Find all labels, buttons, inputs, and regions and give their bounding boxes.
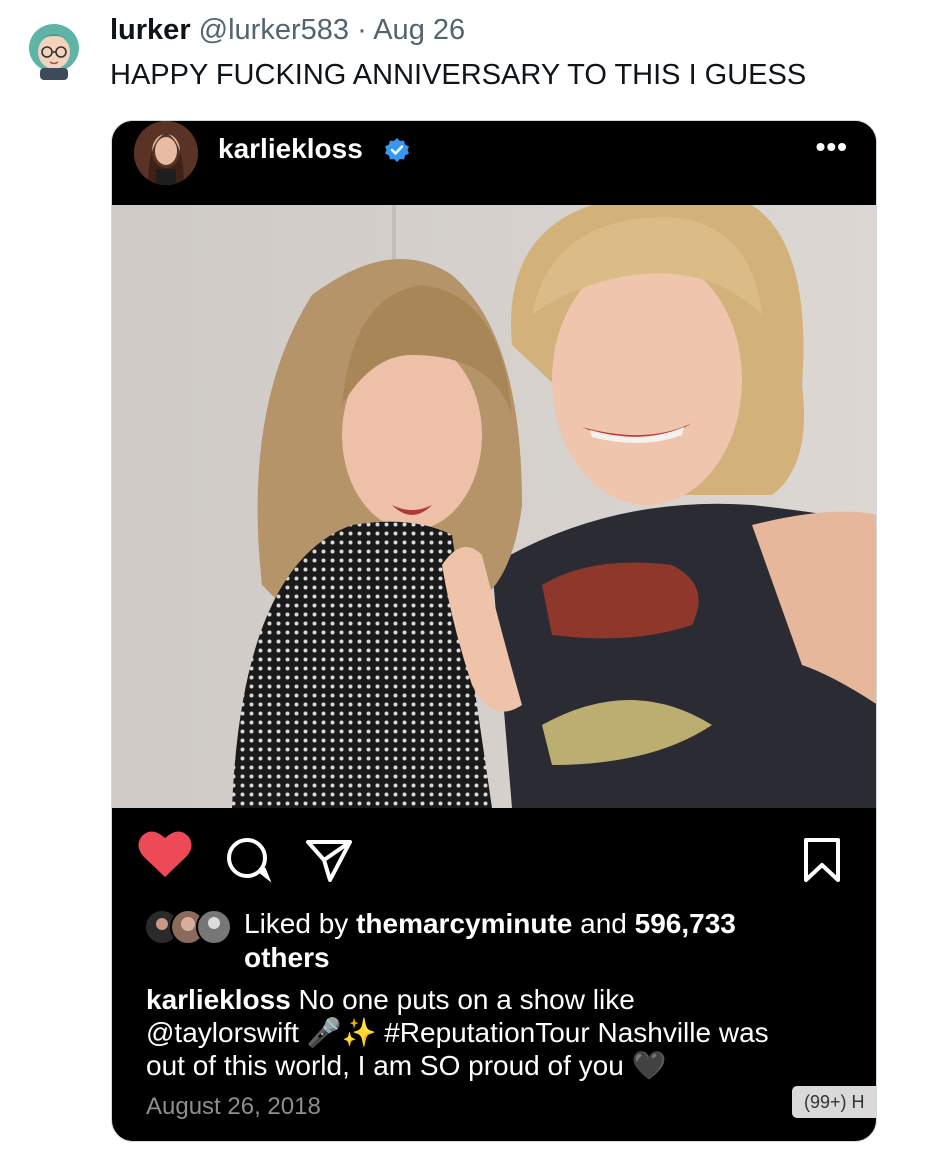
more-options-icon: •••: [815, 131, 848, 162]
likes-count: 596,733: [634, 908, 736, 939]
bookmark-icon: [804, 838, 840, 882]
likes-suffix: others: [244, 942, 330, 973]
caption-line2-rest: Nashville was: [589, 1017, 769, 1048]
instagram-header: karliekloss •••: [112, 121, 876, 205]
black-heart-icon: 🖤: [631, 1050, 667, 1081]
likes-middle: and: [572, 908, 635, 939]
likes-prefix: Liked by: [244, 908, 357, 939]
post-caption: karliekloss No one puts on a show like @t…: [146, 983, 846, 1082]
caption-hashtag: #ReputationTour: [384, 1017, 590, 1048]
instagram-username: karliekloss: [218, 133, 363, 164]
liker-avatars: [144, 907, 240, 947]
tweet-header: lurker @lurker583 · Aug 26: [110, 14, 465, 47]
caption-username: karliekloss: [146, 984, 291, 1015]
liker-name: themarcyminute: [356, 908, 573, 939]
caption-line3: out of this world, I am SO proud of you: [146, 1050, 624, 1081]
likes-text: Liked by themarcyminute and 596,733 other…: [244, 907, 824, 975]
caption-emojis: 🎤✨: [306, 1017, 377, 1048]
author-handle[interactable]: @lurker583: [199, 14, 349, 46]
caption-mention: @taylorswift: [146, 1017, 299, 1048]
notification-badge: (99+) H: [792, 1086, 876, 1118]
post-date: August 26, 2018: [146, 1093, 321, 1120]
instagram-actions: [112, 808, 876, 888]
instagram-avatar: [134, 121, 198, 185]
comment-icon: [227, 838, 272, 883]
tweet-date[interactable]: Aug 26: [373, 14, 465, 46]
post-photo: [112, 205, 876, 808]
caption-line1: No one puts on a show like: [290, 984, 635, 1015]
embedded-image[interactable]: karliekloss ••• Liked by themarcyminute …: [111, 120, 877, 1142]
author-name[interactable]: lurker: [110, 14, 191, 46]
author-avatar[interactable]: [26, 22, 82, 82]
verified-badge-icon: [384, 137, 410, 163]
share-icon: [306, 840, 352, 882]
header-separator: ·: [357, 14, 367, 46]
heart-icon: [138, 831, 192, 877]
tweet-text: HAPPY FUCKING ANNIVERSARY TO THIS I GUES…: [110, 59, 807, 91]
